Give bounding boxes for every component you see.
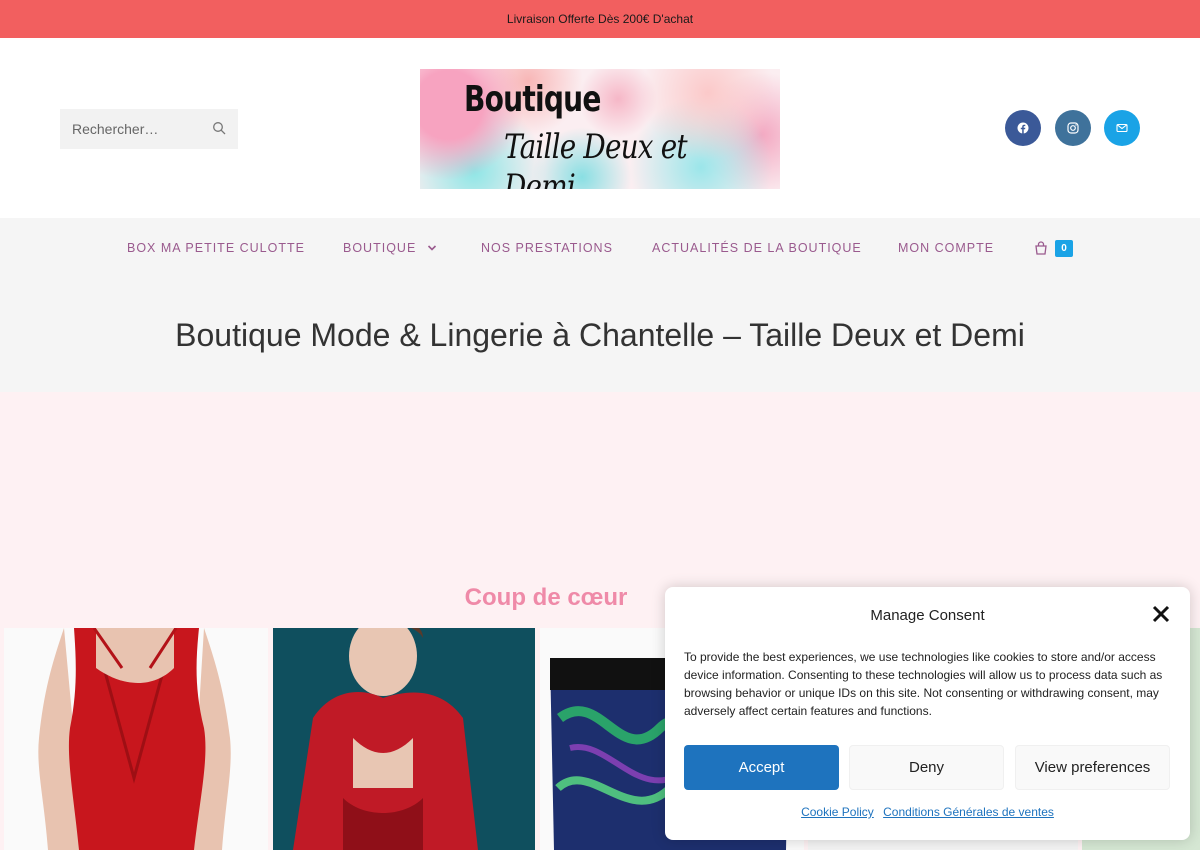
announcement-text: Livraison Offerte Dès 200€ D'achat	[506, 12, 694, 26]
search-input[interactable]	[72, 121, 202, 137]
page-title-bar: Boutique Mode & Lingerie à Chantelle – T…	[0, 280, 1200, 392]
logo-line-1: Boutique	[464, 79, 601, 120]
consent-text: To provide the best experiences, we use …	[684, 650, 1163, 718]
nav-item-boutique-label: BOUTIQUE	[343, 241, 417, 255]
nav-item-actualites[interactable]: ACTUALITÉS DE LA BOUTIQUE	[652, 241, 862, 255]
accept-button[interactable]: Accept	[684, 745, 839, 790]
page-title: Boutique Mode & Lingerie à Chantelle – T…	[175, 316, 1025, 353]
product-image-red-shirt-set[interactable]	[273, 628, 535, 850]
announcement-bar: Livraison Offerte Dès 200€ D'achat	[0, 0, 1200, 38]
main-navigation: BOX MA PETITE CULOTTE BOUTIQUE NOS PREST…	[0, 218, 1200, 280]
facebook-icon	[1017, 122, 1029, 134]
nav-item-box[interactable]: BOX MA PETITE CULOTTE	[127, 241, 305, 255]
logo-line-2: Taille Deux et Demi	[504, 127, 688, 189]
site-header: Boutique Taille Deux et Demi	[0, 38, 1200, 218]
deny-button[interactable]: Deny	[849, 745, 1004, 790]
email-link[interactable]	[1104, 110, 1140, 146]
instagram-icon	[1067, 122, 1079, 134]
nav-item-boutique[interactable]: BOUTIQUE	[343, 241, 437, 255]
nav-item-prestations[interactable]: NOS PRESTATIONS	[481, 241, 613, 255]
cookie-policy-link[interactable]: Cookie Policy	[801, 805, 874, 819]
close-icon[interactable]	[1151, 604, 1171, 624]
nav-item-mon-compte[interactable]: MON COMPTE	[898, 241, 994, 255]
instagram-link[interactable]	[1055, 110, 1091, 146]
search-box[interactable]	[60, 109, 238, 149]
product-image-red-bodysuit[interactable]	[4, 628, 268, 850]
terms-link[interactable]: Conditions Générales de ventes	[883, 805, 1054, 819]
view-preferences-button[interactable]: View preferences	[1015, 745, 1170, 790]
facebook-link[interactable]	[1005, 110, 1041, 146]
shopping-bag-icon[interactable]	[1034, 241, 1048, 255]
search-icon[interactable]	[212, 121, 226, 135]
consent-title: Manage Consent	[870, 607, 985, 624]
cookie-consent-dialog: Manage Consent To provide the best exper…	[665, 587, 1190, 840]
consent-links: Cookie Policy Conditions Générales de ve…	[665, 805, 1190, 819]
cart-count-badge[interactable]: 0	[1055, 240, 1073, 257]
email-icon	[1116, 123, 1128, 133]
site-logo[interactable]: Boutique Taille Deux et Demi	[420, 69, 780, 189]
chevron-down-icon	[427, 245, 436, 251]
